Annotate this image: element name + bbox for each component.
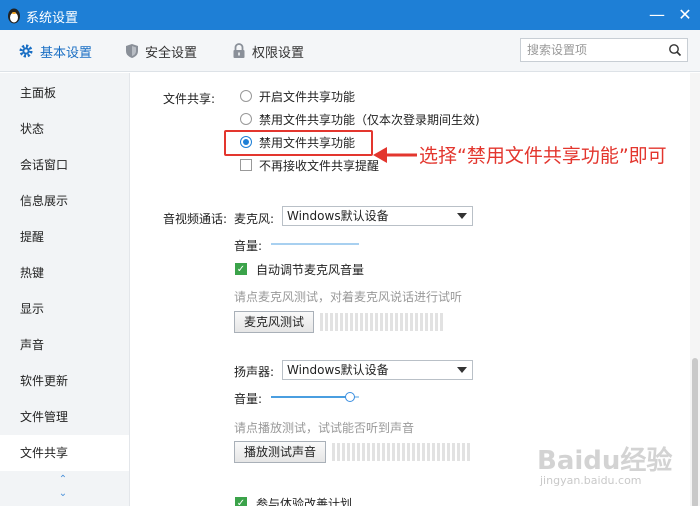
sidebar-item-sound[interactable]: 声音	[0, 327, 129, 363]
search-input[interactable]	[521, 39, 661, 61]
speaker-label: 扬声器:	[234, 365, 275, 379]
sidebar-item-file-management[interactable]: 文件管理	[0, 399, 129, 435]
speaker-device-select[interactable]: Windows默认设备	[282, 360, 473, 380]
sidebar: 主面板 状态 会话窗口 信息展示 提醒 热键 显示 声音 软件更新 文件管理 文…	[0, 73, 130, 506]
tab-label: 基本设置	[40, 45, 93, 61]
title-bar: 系统设置 — ✕	[0, 0, 700, 30]
mic-test-hint: 请点麦克风测试，对着麦克风说话进行试听	[234, 290, 463, 304]
mic-label: 麦克风:	[234, 212, 275, 226]
speaker-test-hint: 请点播放测试，试试能否听到声音	[234, 421, 415, 435]
tab-label: 安全设置	[145, 45, 198, 61]
sidebar-item-label: 信息展示	[20, 194, 69, 208]
lock-icon	[233, 43, 245, 58]
sidebar-item-label: 会话窗口	[20, 158, 69, 172]
mic-level-meter	[320, 313, 443, 331]
sidebar-item-label: 软件更新	[20, 374, 69, 388]
content-scrollbar[interactable]	[690, 73, 700, 506]
tab-basic-settings[interactable]: 基本设置	[18, 30, 92, 72]
speaker-test-button-label: 播放测试声音	[243, 445, 316, 459]
mic-volume-label: 音量:	[234, 239, 263, 253]
radio-disable-session-label[interactable]: 禁用文件共享功能（仅本次登录期间生效)	[259, 111, 480, 128]
annotation-highlight-box	[224, 130, 373, 156]
close-icon: ✕	[678, 5, 692, 24]
speaker-volume-thumb[interactable]	[345, 392, 356, 402]
sidebar-item-label: 提醒	[20, 230, 45, 244]
no-reminder-label[interactable]: 不再接收文件共享提醒	[259, 157, 379, 174]
speaker-device-value: Windows默认设备	[287, 363, 389, 377]
watermark-brand: Baidu经验	[537, 446, 673, 476]
minimize-icon: —	[649, 5, 665, 24]
experience-label[interactable]: 参与体验改善计划	[256, 495, 352, 506]
scrollbar-thumb[interactable]	[692, 358, 698, 506]
radio-enable-file-share[interactable]	[240, 90, 252, 102]
search-icon[interactable]	[668, 43, 682, 57]
radio-enable-label[interactable]: 开启文件共享功能	[259, 88, 355, 105]
tab-security-settings[interactable]: 安全设置	[125, 30, 197, 72]
penguin-icon	[8, 8, 20, 24]
speaker-test-button[interactable]: 播放测试声音	[234, 441, 326, 463]
mic-device-select[interactable]: Windows默认设备	[282, 206, 473, 226]
minimize-button[interactable]: —	[646, 4, 668, 26]
av-call-label: 音视频通话:	[163, 212, 228, 226]
speaker-volume-label: 音量:	[234, 392, 263, 406]
mic-device-value: Windows默认设备	[287, 209, 389, 223]
sidebar-item-label: 显示	[20, 302, 45, 316]
sidebar-item-hotkeys[interactable]: 热键	[0, 255, 129, 291]
shield-icon	[126, 44, 138, 58]
tab-bar: 基本设置 安全设置 权限设置	[0, 30, 700, 72]
sidebar-item-status[interactable]: 状态	[0, 111, 129, 147]
sidebar-item-label: 热键	[20, 266, 45, 280]
search-box[interactable]	[520, 38, 688, 62]
sidebar-item-file-sharing[interactable]: 文件共享	[0, 435, 129, 471]
radio-disable-session[interactable]	[240, 113, 252, 125]
gear-icon	[19, 44, 33, 58]
mic-test-button-label: 麦克风测试	[243, 315, 304, 329]
watermark-url: jingyan.baidu.com	[540, 474, 642, 487]
sidebar-item-software-update[interactable]: 软件更新	[0, 363, 129, 399]
experience-checkbox[interactable]: ✓	[235, 497, 247, 506]
sidebar-item-label: 文件共享	[20, 446, 69, 460]
tab-permission-settings[interactable]: 权限设置	[232, 30, 304, 72]
window-title: 系统设置	[26, 11, 79, 26]
sidebar-item-chat-window[interactable]: 会话窗口	[0, 147, 129, 183]
file-share-label: 文件共享:	[163, 92, 216, 106]
sidebar-item-display[interactable]: 显示	[0, 291, 129, 327]
sidebar-item-label: 主面板	[20, 86, 57, 100]
sidebar-item-reminders[interactable]: 提醒	[0, 219, 129, 255]
sidebar-item-label: 状态	[20, 122, 45, 136]
tab-label: 权限设置	[252, 45, 305, 61]
annotation-text: 选择“禁用文件共享功能”即可	[419, 145, 667, 167]
sidebar-item-label: 文件管理	[20, 410, 69, 424]
close-button[interactable]: ✕	[674, 4, 696, 26]
speaker-level-meter	[332, 443, 470, 461]
sidebar-scroll-arrows[interactable]: ⌃ ⌄	[56, 473, 70, 501]
sidebar-item-main-panel[interactable]: 主面板	[0, 75, 129, 111]
no-reminder-checkbox[interactable]	[240, 159, 252, 171]
chevron-down-icon	[457, 367, 467, 373]
chevron-down-icon[interactable]: ⌄	[56, 487, 70, 501]
speaker-volume-fill	[271, 396, 351, 398]
auto-adjust-checkbox[interactable]: ✓	[235, 263, 247, 275]
sidebar-item-label: 声音	[20, 338, 45, 352]
chevron-down-icon	[457, 213, 467, 219]
sidebar-item-info-display[interactable]: 信息展示	[0, 183, 129, 219]
chevron-up-icon[interactable]: ⌃	[56, 473, 70, 487]
mic-volume-slider[interactable]	[271, 243, 359, 245]
auto-adjust-label[interactable]: 自动调节麦克风音量	[256, 261, 364, 278]
annotation-arrow-icon	[373, 147, 417, 163]
mic-test-button[interactable]: 麦克风测试	[234, 311, 314, 333]
